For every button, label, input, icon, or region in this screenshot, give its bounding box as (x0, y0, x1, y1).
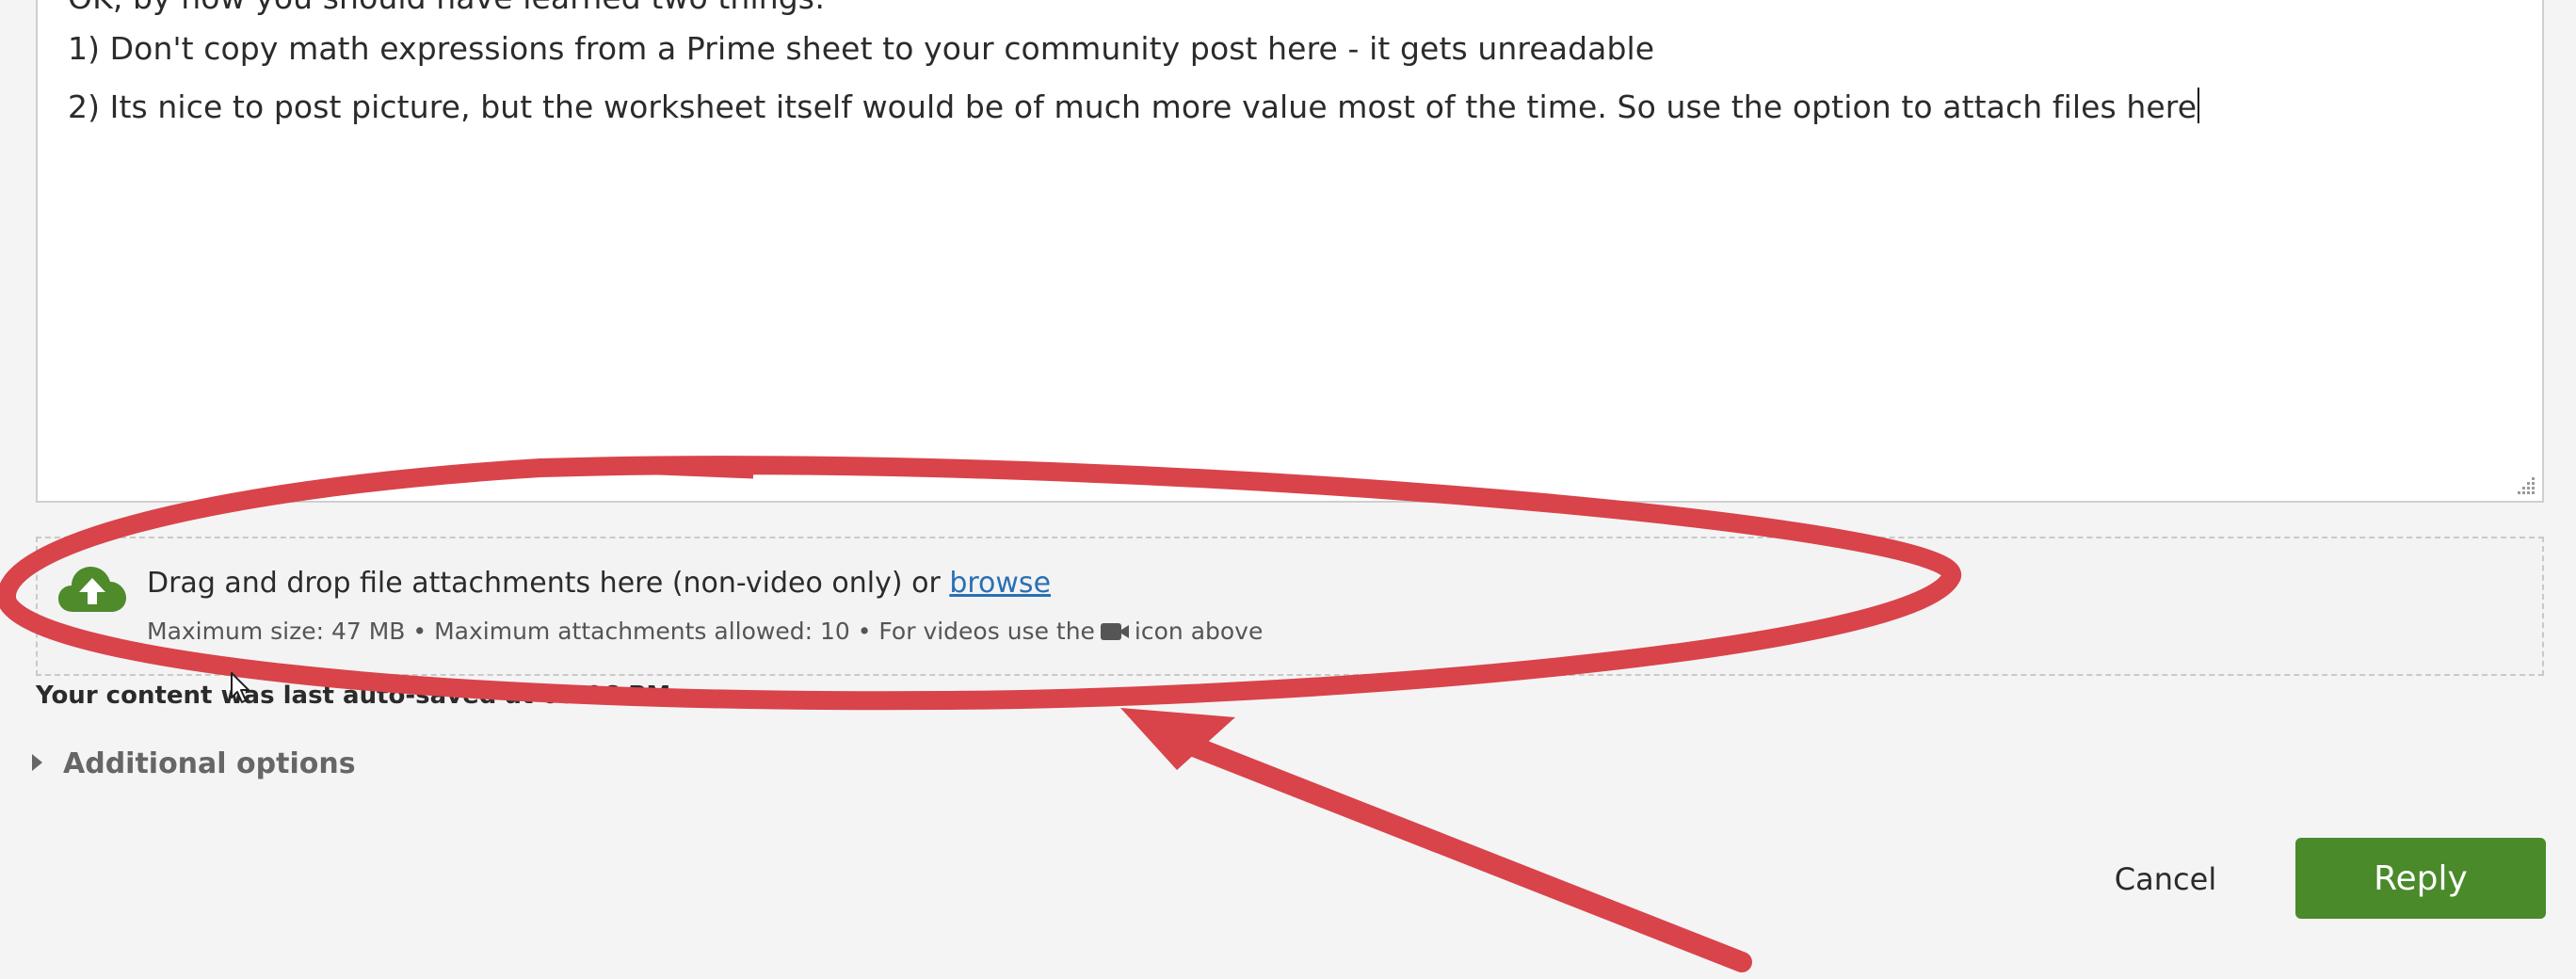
dropzone-text: Drag and drop file attachments here (non… (147, 567, 950, 600)
editor-line-2: 2) Its nice to post picture, but the wor… (68, 88, 2200, 125)
reply-button[interactable]: Reply (2295, 838, 2546, 919)
additional-options-label: Additional options (63, 747, 356, 780)
dropzone-instructions: Drag and drop file attachments here (non… (147, 567, 1051, 600)
attachment-dropzone[interactable]: Drag and drop file attachments here (non… (36, 537, 2544, 676)
video-camera-icon (1100, 623, 1129, 640)
browse-link[interactable]: browse (949, 567, 1051, 600)
attachment-limits-text: Maximum size: 47 MB • Maximum attachment… (147, 618, 1095, 645)
attachment-limits: Maximum size: 47 MB • Maximum attachment… (147, 618, 1263, 645)
editor-line-intro: OK, by now you should have learned two t… (68, 0, 825, 16)
resize-grip-icon[interactable] (2516, 474, 2536, 495)
text-caret (2198, 88, 2200, 123)
autosave-status: Your content was last auto-saved at 03:0… (36, 682, 671, 710)
editor-line-1: 1) Don't copy math expressions from a Pr… (68, 30, 1655, 67)
additional-options-toggle[interactable]: Additional options (32, 747, 356, 780)
mouse-pointer-icon (231, 672, 250, 703)
annotation-arrow-shaft (1157, 726, 1752, 972)
attachment-limits-suffix: icon above (1134, 618, 1264, 645)
cancel-button[interactable]: Cancel (2088, 838, 2243, 921)
annotation-arrow-head (1120, 708, 1235, 770)
cloud-upload-icon (58, 567, 126, 612)
reply-editor[interactable]: OK, by now you should have learned two t… (36, 0, 2544, 503)
expand-triangle-icon (32, 754, 42, 771)
editor-line-2-text: 2) Its nice to post picture, but the wor… (68, 88, 2198, 125)
